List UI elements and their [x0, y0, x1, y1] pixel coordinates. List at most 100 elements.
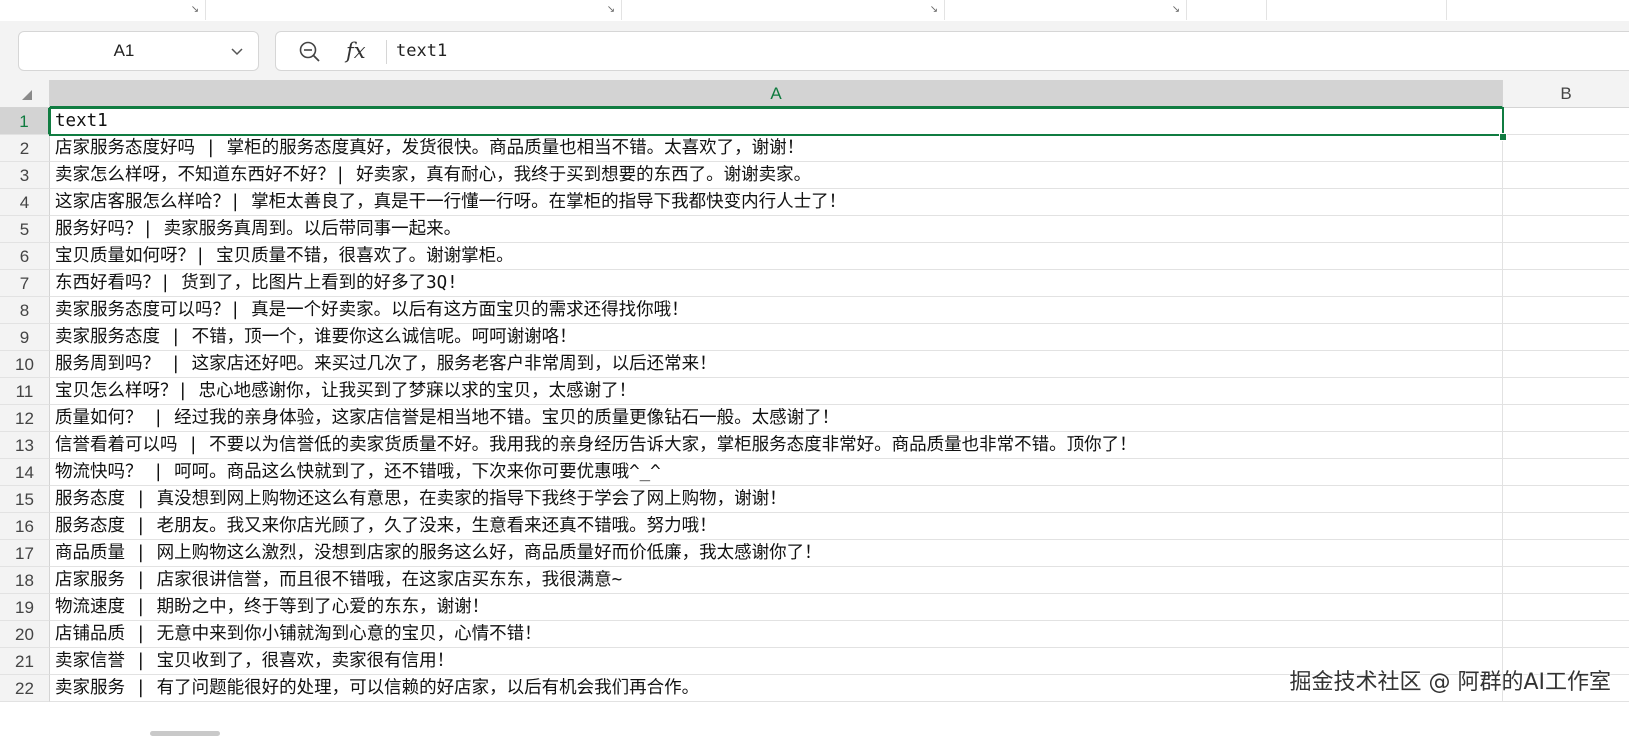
table-row: 4 这家店客服怎么样哈？| 掌柜太善良了，真是干一行懂一行呀。在掌柜的指导下我都快… [0, 189, 1629, 216]
row-header[interactable]: 10 [0, 351, 50, 378]
cell-a[interactable]: 店家服务 | 店家很讲信誉，而且很不错哦，在这家店买东东，我很满意~ [50, 567, 1503, 594]
cell-b[interactable] [1503, 567, 1629, 594]
cell-a[interactable]: 这家店客服怎么样哈？| 掌柜太善良了，真是干一行懂一行呀。在掌柜的指导下我都快变… [50, 189, 1503, 216]
cell-a[interactable]: 服务态度 | 老朋友。我又来你店光顾了，久了没来，生意看来还真不错哦。努力哦！ [50, 513, 1503, 540]
row-header[interactable]: 20 [0, 621, 50, 648]
ribbon-divider [205, 0, 206, 20]
row-header[interactable]: 2 [0, 135, 50, 162]
dialog-launcher-icon[interactable]: ↘ [929, 5, 939, 15]
cell-b[interactable] [1503, 351, 1629, 378]
row-header[interactable]: 4 [0, 189, 50, 216]
table-row: 12 质量如何？ | 经过我的亲身体验，这家店信誉是相当地不错。宝贝的质量更像钻石… [0, 405, 1629, 432]
cell-a[interactable]: 卖家信誉 | 宝贝收到了，很喜欢，卖家很有信用！ [50, 648, 1503, 675]
formula-bar[interactable]: 𝑓x text1 [275, 31, 1629, 71]
table-row: 3 卖家怎么样呀，不知道东西好不好？| 好卖家，真有耐心，我终于买到想要的东西了。… [0, 162, 1629, 189]
cell-a[interactable]: 卖家怎么样呀，不知道东西好不好？| 好卖家，真有耐心，我终于买到想要的东西了。谢… [50, 162, 1503, 189]
spreadsheet-grid[interactable]: A B 1 text1 2 店家服务态度好吗 | 掌柜的服务态度真好，发货很快。商品质… [0, 80, 1629, 736]
cell-b[interactable] [1503, 162, 1629, 189]
cell-a[interactable]: 服务周到吗？ | 这家店还好吧。来买过几次了，服务老客户非常周到，以后还常来！ [50, 351, 1503, 378]
row-header[interactable]: 5 [0, 216, 50, 243]
cell-b[interactable] [1503, 459, 1629, 486]
horizontal-scrollbar[interactable] [150, 731, 220, 736]
table-row: 5 服务好吗？| 卖家服务真周到。以后带同事一起来。 [0, 216, 1629, 243]
ribbon-divider [621, 0, 622, 20]
row-header[interactable]: 7 [0, 270, 50, 297]
table-row: 14 物流快吗？ | 呵呵。商品这么快就到了，还不错哦，下次来你可要优惠哦^_^ [0, 459, 1629, 486]
cell-a[interactable]: text1 [50, 108, 1503, 135]
cell-a[interactable]: 店家服务态度好吗 | 掌柜的服务态度真好，发货很快。商品质量也相当不错。太喜欢了… [50, 135, 1503, 162]
cell-b[interactable] [1503, 135, 1629, 162]
select-all-button[interactable] [0, 80, 50, 108]
formula-input[interactable]: text1 [396, 32, 447, 70]
ribbon-strip: ↘ ↘ ↘ ↘ [0, 0, 1629, 22]
cell-a[interactable]: 信誉看着可以吗 | 不要以为信誉低的卖家货质量不好。我用我的亲身经历告诉大家，掌… [50, 432, 1503, 459]
row-header[interactable]: 13 [0, 432, 50, 459]
cell-b[interactable] [1503, 243, 1629, 270]
cell-b[interactable] [1503, 378, 1629, 405]
cell-b[interactable] [1503, 324, 1629, 351]
cell-b[interactable] [1503, 297, 1629, 324]
table-row: 19 物流速度 | 期盼之中，终于等到了心爱的东东，谢谢！ [0, 594, 1629, 621]
cell-a[interactable]: 物流快吗？ | 呵呵。商品这么快就到了，还不错哦，下次来你可要优惠哦^_^ [50, 459, 1503, 486]
cell-a[interactable]: 东西好看吗？| 货到了，比图片上看到的好多了3Q! [50, 270, 1503, 297]
row-header[interactable]: 18 [0, 567, 50, 594]
row-header[interactable]: 19 [0, 594, 50, 621]
cell-a[interactable]: 卖家服务态度可以吗？| 真是一个好卖家。以后有这方面宝贝的需求还得找你哦！ [50, 297, 1503, 324]
table-row: 9 卖家服务态度 | 不错，顶一个，谁要你这么诚信呢。呵呵谢谢咯！ [0, 324, 1629, 351]
ribbon-divider [1446, 0, 1447, 20]
fill-handle[interactable] [1499, 133, 1507, 141]
table-row: 18 店家服务 | 店家很讲信誉，而且很不错哦，在这家店买东东，我很满意~ [0, 567, 1629, 594]
cell-b[interactable] [1503, 405, 1629, 432]
row-header[interactable]: 15 [0, 486, 50, 513]
cell-a[interactable]: 卖家服务 | 有了问题能很好的处理，可以信赖的好店家，以后有机会我们再合作。 [50, 675, 1503, 702]
cell-b[interactable] [1503, 270, 1629, 297]
row-header[interactable]: 21 [0, 648, 50, 675]
cell-a[interactable]: 物流速度 | 期盼之中，终于等到了心爱的东东，谢谢！ [50, 594, 1503, 621]
row-header[interactable]: 14 [0, 459, 50, 486]
dialog-launcher-icon[interactable]: ↘ [606, 5, 616, 15]
dialog-launcher-icon[interactable]: ↘ [190, 5, 200, 15]
chevron-down-icon[interactable] [230, 44, 244, 58]
name-box[interactable]: A1 [18, 31, 259, 71]
ribbon-divider [1266, 0, 1267, 20]
insert-function-icon[interactable]: 𝑓x [346, 36, 374, 66]
cell-b[interactable] [1503, 513, 1629, 540]
cell-a[interactable]: 质量如何？ | 经过我的亲身体验，这家店信誉是相当地不错。宝贝的质量更像钻石一般… [50, 405, 1503, 432]
row-header[interactable]: 12 [0, 405, 50, 432]
row-header[interactable]: 17 [0, 540, 50, 567]
table-row: 13 信誉看着可以吗 | 不要以为信誉低的卖家货质量不好。我用我的亲身经历告诉大家… [0, 432, 1629, 459]
table-row: 16 服务态度 | 老朋友。我又来你店光顾了，久了没来，生意看来还真不错哦。努力哦… [0, 513, 1629, 540]
select-all-icon [22, 90, 32, 100]
cell-a[interactable]: 店铺品质 | 无意中来到你小铺就淘到心意的宝贝，心情不错！ [50, 621, 1503, 648]
row-header[interactable]: 9 [0, 324, 50, 351]
cell-b[interactable] [1503, 540, 1629, 567]
cell-b[interactable] [1503, 621, 1629, 648]
cell-b[interactable] [1503, 486, 1629, 513]
row-header[interactable]: 11 [0, 378, 50, 405]
cell-a[interactable]: 宝贝怎么样呀？| 忠心地感谢你，让我买到了梦寐以求的宝贝，太感谢了！ [50, 378, 1503, 405]
table-row: 6 宝贝质量如何呀？| 宝贝质量不错，很喜欢了。谢谢掌柜。 [0, 243, 1629, 270]
cell-b[interactable] [1503, 216, 1629, 243]
row-header[interactable]: 22 [0, 675, 50, 702]
row-header[interactable]: 6 [0, 243, 50, 270]
watermark: 掘金技术社区 @ 阿群的AI工作室 [1289, 670, 1611, 695]
row-header[interactable]: 1 [0, 108, 50, 135]
name-box-value[interactable]: A1 [19, 32, 229, 70]
row-header[interactable]: 16 [0, 513, 50, 540]
cell-b[interactable] [1503, 594, 1629, 621]
column-header-b[interactable]: B [1503, 80, 1629, 108]
row-header[interactable]: 8 [0, 297, 50, 324]
row-header[interactable]: 3 [0, 162, 50, 189]
cell-b[interactable] [1503, 108, 1629, 135]
cell-a[interactable]: 卖家服务态度 | 不错，顶一个，谁要你这么诚信呢。呵呵谢谢咯！ [50, 324, 1503, 351]
table-row: 8 卖家服务态度可以吗？| 真是一个好卖家。以后有这方面宝贝的需求还得找你哦！ [0, 297, 1629, 324]
cell-a[interactable]: 宝贝质量如何呀？| 宝贝质量不错，很喜欢了。谢谢掌柜。 [50, 243, 1503, 270]
dialog-launcher-icon[interactable]: ↘ [1171, 5, 1181, 15]
cell-b[interactable] [1503, 189, 1629, 216]
cell-a[interactable]: 商品质量 | 网上购物这么激烈，没想到店家的服务这么好，商品质量好而价低廉，我太… [50, 540, 1503, 567]
zoom-out-icon[interactable] [298, 40, 322, 64]
column-header-a[interactable]: A [50, 80, 1503, 108]
cell-a[interactable]: 服务态度 | 真没想到网上购物还这么有意思，在卖家的指导下我终于学会了网上购物，… [50, 486, 1503, 513]
cell-b[interactable] [1503, 432, 1629, 459]
cell-a[interactable]: 服务好吗？| 卖家服务真周到。以后带同事一起来。 [50, 216, 1503, 243]
